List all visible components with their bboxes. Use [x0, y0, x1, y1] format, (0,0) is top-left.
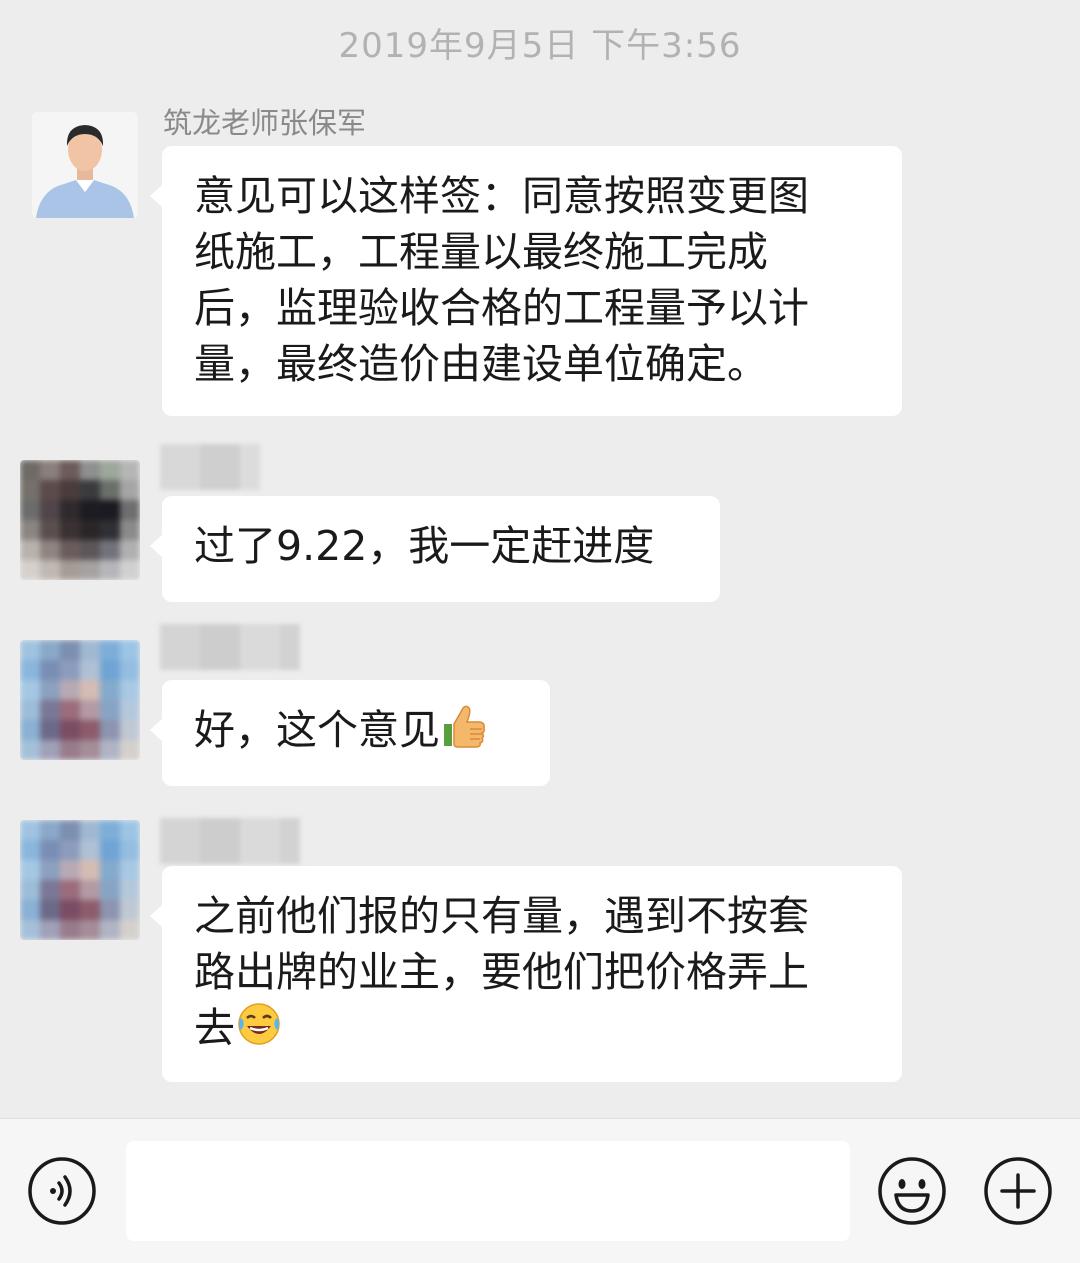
message-text-line: 量，最终造价由建设单位确定。 — [194, 340, 768, 388]
message-text-line: 好，这个意见 — [194, 706, 440, 754]
blurred-avatar — [20, 820, 140, 940]
message-text-line: 纸施工，工程量以最终施工完成 — [194, 228, 768, 276]
avatar-photo — [32, 112, 138, 218]
message-input[interactable] — [126, 1141, 850, 1241]
sender-name-blurred — [160, 444, 260, 490]
laughing-tears-emoji — [235, 1000, 283, 1062]
message-text-line: 意见可以这样签：同意按照变更图 — [194, 172, 809, 220]
avatar[interactable] — [32, 112, 138, 218]
sender-name-blurred — [160, 818, 300, 864]
smiley-face-icon[interactable] — [876, 1155, 948, 1227]
sender-name-blurred — [160, 624, 300, 670]
message-bubble[interactable]: 过了9.22，我一定赶进度 — [150, 496, 720, 602]
voice-icon[interactable] — [26, 1155, 98, 1227]
sender-name: 筑龙老师张保军 — [163, 106, 367, 140]
message-text-line: 后，监理验收合格的工程量予以计 — [194, 284, 809, 332]
message-bubble[interactable]: 意见可以这样签：同意按照变更图 纸施工，工程量以最终施工完成 后，监理验收合格的… — [150, 146, 902, 416]
plus-circle-icon[interactable] — [982, 1155, 1054, 1227]
blurred-avatar — [20, 460, 140, 580]
chat-input-bar — [0, 1118, 1080, 1263]
message-timestamp: 2019年9月5日 下午3:56 — [338, 26, 742, 66]
thumbs-up-emoji — [440, 702, 488, 764]
avatar[interactable] — [20, 820, 140, 940]
message-text-line: 之前他们报的只有量，遇到不按套 — [194, 892, 809, 940]
message-text-line: 过了9.22，我一定赶进度 — [194, 522, 655, 570]
message-text-line: 去 — [194, 1004, 235, 1052]
message-bubble[interactable]: 好，这个意见 — [150, 680, 550, 786]
avatar[interactable] — [20, 460, 140, 580]
avatar[interactable] — [20, 640, 140, 760]
message-bubble[interactable]: 之前他们报的只有量，遇到不按套 路出牌的业主，要他们把价格弄上 去 — [150, 866, 902, 1082]
blurred-avatar — [20, 640, 140, 760]
message-text-line: 路出牌的业主，要他们把价格弄上 — [194, 948, 809, 996]
